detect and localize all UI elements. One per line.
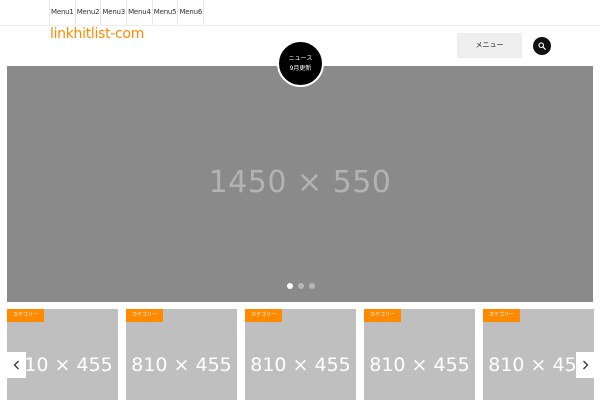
card-carousel: カテゴリー 810 × 455 カテゴリー 810 × 455 カテゴリー 81… [7,309,600,400]
slider-dot-3[interactable] [309,283,315,289]
category-tag[interactable]: カテゴリー [364,309,402,322]
top-menu-item-6[interactable]: Menu6 [178,0,205,25]
top-menu-item-3[interactable]: Menu3 [101,0,128,25]
top-menu: Menu1 Menu2 Menu3 Menu4 Menu5 Menu6 [49,0,205,25]
carousel-next-button[interactable] [576,352,595,378]
chevron-right-icon [583,360,589,370]
slider-dots [287,283,315,289]
card-placeholder-text: 810 × 455 [250,354,351,376]
site-logo[interactable]: linkhitlist-com [50,26,144,42]
category-tag[interactable]: カテゴリー [245,309,283,322]
news-badge[interactable]: ニュース 9月更新 [277,40,324,87]
menu-button[interactable]: メニュー [457,33,522,58]
top-menu-item-5[interactable]: Menu5 [153,0,179,25]
news-badge-line1: ニュース [288,54,313,62]
hero-slider[interactable]: 1450 × 550 [7,66,593,302]
top-menu-item-2[interactable]: Menu2 [76,0,102,25]
search-button[interactable] [533,37,551,55]
category-tag[interactable]: カテゴリー [7,309,45,322]
news-badge-line2: 9月更新 [289,64,312,72]
category-tag[interactable]: カテゴリー [483,309,521,322]
slider-dot-1[interactable] [287,283,293,289]
top-menu-item-4[interactable]: Menu4 [127,0,153,25]
carousel-prev-button[interactable] [7,352,26,378]
hero-placeholder-text: 1450 × 550 [208,165,392,200]
post-card-2[interactable]: カテゴリー 810 × 455 [126,309,237,400]
slider-dot-2[interactable] [298,283,304,289]
search-icon [538,42,546,50]
post-card-3[interactable]: カテゴリー 810 × 455 [245,309,356,400]
post-card-4[interactable]: カテゴリー 810 × 455 [364,309,475,400]
card-placeholder-text: 810 × 455 [369,354,470,376]
category-tag[interactable]: カテゴリー [126,309,164,322]
chevron-left-icon [13,360,19,370]
top-menu-item-1[interactable]: Menu1 [50,0,76,25]
card-placeholder-text: 810 × 455 [131,354,232,376]
